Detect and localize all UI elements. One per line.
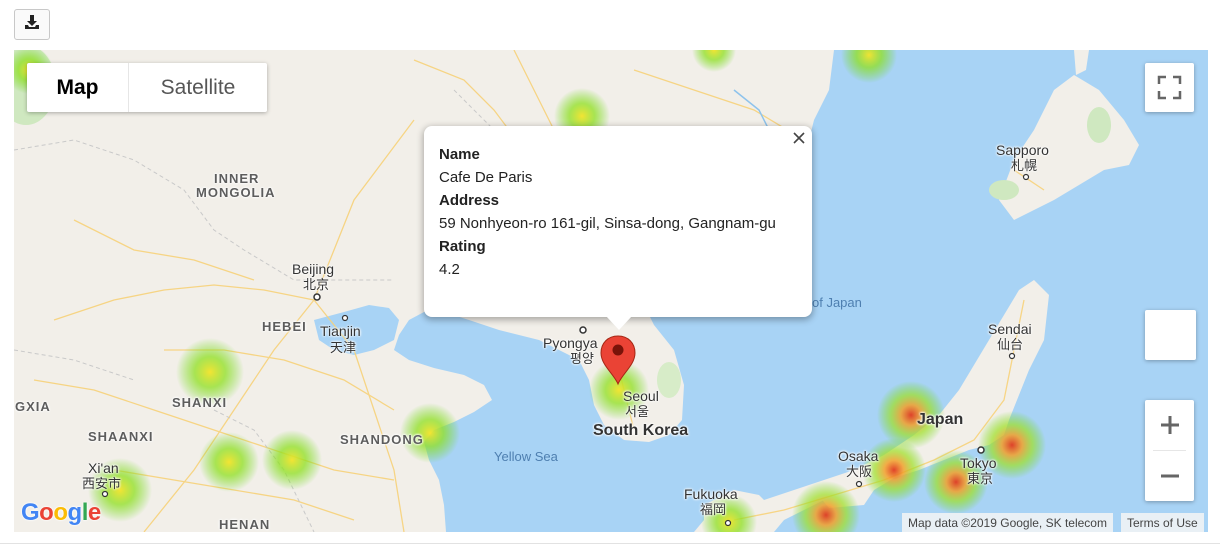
plus-icon	[1160, 416, 1179, 434]
info-name-value: Cafe De Paris	[439, 169, 533, 186]
label-sapporo: Sapporo	[996, 142, 1049, 158]
label-pyongyang-cjk: 평양	[570, 351, 594, 366]
info-rating-value: 4.2	[439, 261, 460, 278]
terms-of-use-link[interactable]: Terms of Use	[1121, 513, 1204, 532]
label-fukuoka: Fukuoka	[684, 486, 738, 502]
zoom-out-button[interactable]	[1145, 451, 1194, 501]
label-osaka: Osaka	[838, 448, 879, 464]
label-tokyo: Tokyo	[960, 455, 997, 471]
info-name-label: Name	[439, 146, 480, 163]
label-sendai-cjk: 仙台	[997, 337, 1024, 352]
zoom-control	[1145, 400, 1194, 501]
label-fukuoka-cjk: 福岡	[700, 502, 727, 517]
info-window-close-button[interactable]	[790, 129, 808, 147]
label-shanxi: SHANXI	[172, 395, 228, 410]
map-type-control: Map Satellite	[27, 63, 267, 112]
download-button[interactable]	[14, 9, 50, 40]
map-type-satellite-button[interactable]: Satellite	[129, 63, 267, 112]
map-data-attribution: Map data ©2019 Google, SK telecom	[902, 513, 1113, 532]
label-tianjin-cjk: 天津	[330, 340, 357, 355]
label-shaanxi: SHAANXI	[88, 429, 154, 444]
label-shandong: SHANDONG	[340, 432, 424, 447]
label-inner-mongolia-1: INNER	[214, 171, 260, 186]
label-sendai: Sendai	[988, 321, 1032, 337]
label-sea-of-japan: of Japan	[812, 295, 862, 310]
label-sapporo-cjk: 札幌	[1011, 158, 1038, 173]
map-marker-pin[interactable]	[598, 334, 638, 391]
label-seoul-cjk: 서울	[625, 404, 649, 419]
minus-icon	[1160, 474, 1179, 478]
label-tokyo-cjk: 東京	[967, 471, 994, 486]
info-window-tail	[606, 316, 632, 330]
info-rating-label: Rating	[439, 238, 486, 255]
fullscreen-button[interactable]	[1145, 63, 1194, 112]
close-icon	[793, 132, 805, 144]
label-south-korea: South Korea	[593, 422, 689, 439]
map-type-map-button[interactable]: Map	[27, 63, 129, 112]
label-tianjin: Tianjin	[320, 323, 361, 339]
label-beijing-cjk: 北京	[303, 277, 330, 292]
zoom-in-button[interactable]	[1145, 400, 1194, 450]
label-seoul: Seoul	[623, 388, 659, 404]
label-xian-cjk: 西安市	[82, 476, 122, 491]
street-view-pegman-button[interactable]	[1145, 310, 1196, 360]
label-beijing: Beijing	[292, 261, 335, 277]
map-canvas[interactable]: INNER MONGOLIA Beijing 北京 HEBEI Tianjin …	[14, 50, 1208, 532]
fullscreen-icon	[1157, 75, 1182, 100]
info-address-value: 59 Nonhyeon-ro 161-gil, Sinsa-dong, Gang…	[439, 215, 776, 232]
page-divider	[0, 543, 1220, 544]
label-xian: Xi'an	[88, 460, 119, 476]
label-hebei: HEBEI	[262, 319, 307, 334]
label-pyongyang: Pyongya	[543, 335, 598, 351]
label-japan: Japan	[917, 411, 964, 428]
label-yellow-sea: Yellow Sea	[494, 449, 558, 464]
label-gxia: GXIA	[15, 399, 51, 414]
google-logo[interactable]: Google	[21, 499, 101, 527]
label-osaka-cjk: 大阪	[846, 464, 873, 479]
info-window: Name Cafe De Paris Address 59 Nonhyeon-r…	[424, 126, 812, 317]
info-address-label: Address	[439, 192, 500, 209]
label-henan: HENAN	[219, 517, 271, 532]
marker-pin-icon	[600, 335, 636, 386]
download-icon	[24, 14, 40, 35]
label-inner-mongolia-2: MONGOLIA	[196, 185, 276, 200]
